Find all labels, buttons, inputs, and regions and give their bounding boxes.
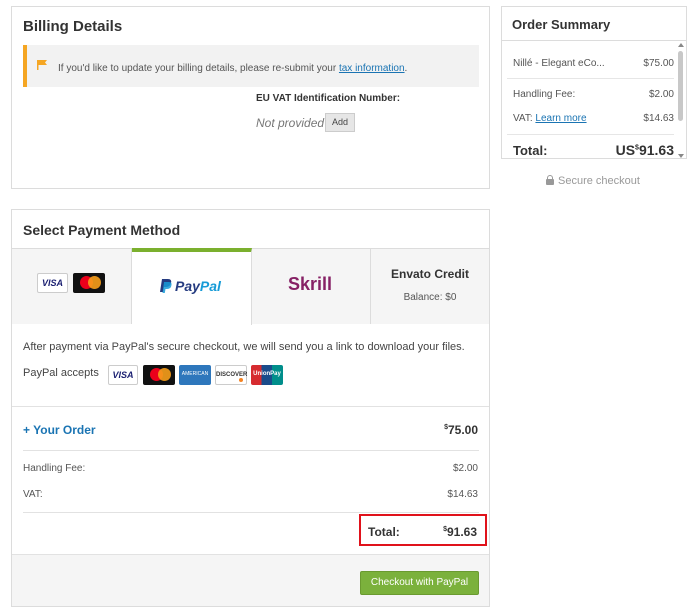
payment-method-panel: Select Payment Method VISA PayPal Skrill…: [11, 209, 490, 607]
summary-handling-value: $2.00: [648, 89, 674, 100]
tab-credit-card[interactable]: VISA: [12, 249, 132, 324]
order-amount-value: 75.00: [447, 423, 478, 437]
total-highlight: Total: $91.63: [359, 514, 487, 546]
vat-value: $14.63: [447, 489, 478, 500]
tab-envato-credit[interactable]: Envato Credit Balance: $0: [371, 249, 489, 324]
unionpay-card-text: UnionPay: [253, 371, 281, 377]
summary-vat-text: VAT:: [513, 113, 533, 124]
learn-more-link[interactable]: Learn more: [535, 113, 586, 124]
visa-card-icon: VISA: [108, 365, 138, 385]
paypal-accepts-label: PayPal accepts: [23, 367, 99, 379]
summary-scrollbar[interactable]: [677, 43, 684, 158]
vat-label: VAT:: [23, 489, 43, 500]
visa-text: VISA: [41, 278, 63, 288]
summary-handling-label: Handling Fee:: [513, 89, 576, 100]
tax-information-link[interactable]: tax information: [339, 63, 405, 74]
envato-credit-title: Envato Credit: [390, 267, 469, 281]
lock-icon: [546, 175, 554, 185]
order-summary-scroll-area[interactable]: Nillé - Elegant eCo... $75.00 Handling F…: [502, 40, 686, 159]
payment-title: Select Payment Method: [23, 222, 181, 238]
billing-notice: If you'd like to update your billing det…: [23, 45, 479, 87]
divider: [23, 450, 479, 451]
summary-vat-label: VAT: Learn more: [513, 113, 587, 124]
mastercard-card-icon: [143, 365, 175, 385]
flag-icon: [37, 60, 47, 70]
billing-details-panel: Billing Details If you'd like to update …: [11, 6, 490, 189]
skrill-logo: Skrill: [288, 274, 333, 294]
your-order-toggle[interactable]: + Your Order: [23, 423, 96, 437]
summary-total-amount: 91.63: [638, 142, 674, 158]
visa-logo-icon: VISA: [37, 273, 68, 293]
paypal-info-text: After payment via PayPal's secure checko…: [23, 341, 465, 353]
vat-id-label: EU VAT Identification Number:: [256, 93, 401, 104]
tab-paypal[interactable]: PayPal: [132, 248, 252, 325]
add-vat-button[interactable]: Add: [325, 113, 355, 132]
divider: [507, 78, 674, 79]
order-summary-title: Order Summary: [512, 17, 611, 32]
unionpay-card-icon: UnionPay: [251, 365, 283, 385]
paypal-pal-text: Pal: [199, 278, 221, 294]
envato-credit-balance: Balance: $0: [403, 292, 457, 303]
visa-card-text: VISA: [112, 370, 134, 380]
divider: [23, 512, 479, 513]
order-amount: $75.00: [444, 423, 478, 437]
paypal-icon: [160, 279, 172, 293]
summary-item-value: $75.00: [643, 58, 674, 69]
handling-fee-label: Handling Fee:: [23, 463, 86, 474]
checkout-with-paypal-button[interactable]: Checkout with PayPal: [360, 571, 479, 595]
secure-checkout-text: Secure checkout: [558, 175, 640, 187]
mastercard-logo-icon: [73, 273, 105, 293]
secure-checkout: Secure checkout: [546, 175, 640, 187]
payment-tabs: VISA PayPal Skrill Envato Credit Balance…: [12, 248, 489, 325]
total-label: Total:: [368, 525, 400, 539]
discover-card-icon: DISCOVER: [215, 365, 247, 385]
notice-text-end: .: [404, 63, 408, 74]
summary-total-prefix: US: [615, 142, 636, 158]
scroll-thumb[interactable]: [678, 51, 683, 121]
handling-fee-value: $2.00: [452, 463, 478, 474]
notice-text-body: If you'd like to update your billing det…: [58, 63, 339, 74]
checkout-footer: Checkout with PayPal: [12, 554, 489, 606]
total-amount-value: 91.63: [446, 525, 477, 539]
paypal-pay-text: Pay: [175, 278, 200, 294]
summary-item-label: Nillé - Elegant eCo...: [513, 58, 605, 69]
tab-skrill[interactable]: Skrill: [252, 249, 371, 324]
total-amount: $91.63: [443, 525, 477, 539]
paypal-logo: PayPal: [160, 278, 221, 294]
vat-id-value: Not provided: [256, 116, 325, 130]
amex-card-icon: AMERICAN EXPRESS: [179, 365, 211, 395]
divider: [12, 406, 489, 407]
summary-total-label: Total:: [513, 143, 548, 158]
divider: [507, 134, 674, 135]
summary-vat-value: $14.63: [643, 113, 674, 124]
billing-title: Billing Details: [23, 18, 123, 35]
order-summary-panel: Order Summary Nillé - Elegant eCo... $75…: [501, 6, 687, 159]
scroll-up-arrow-icon[interactable]: [678, 43, 684, 47]
summary-total-value: US$91.63: [616, 142, 674, 158]
amex-card-text: AMERICAN EXPRESS: [181, 371, 209, 395]
scroll-down-arrow-icon[interactable]: [678, 154, 684, 158]
notice-text: If you'd like to update your billing det…: [58, 63, 407, 74]
